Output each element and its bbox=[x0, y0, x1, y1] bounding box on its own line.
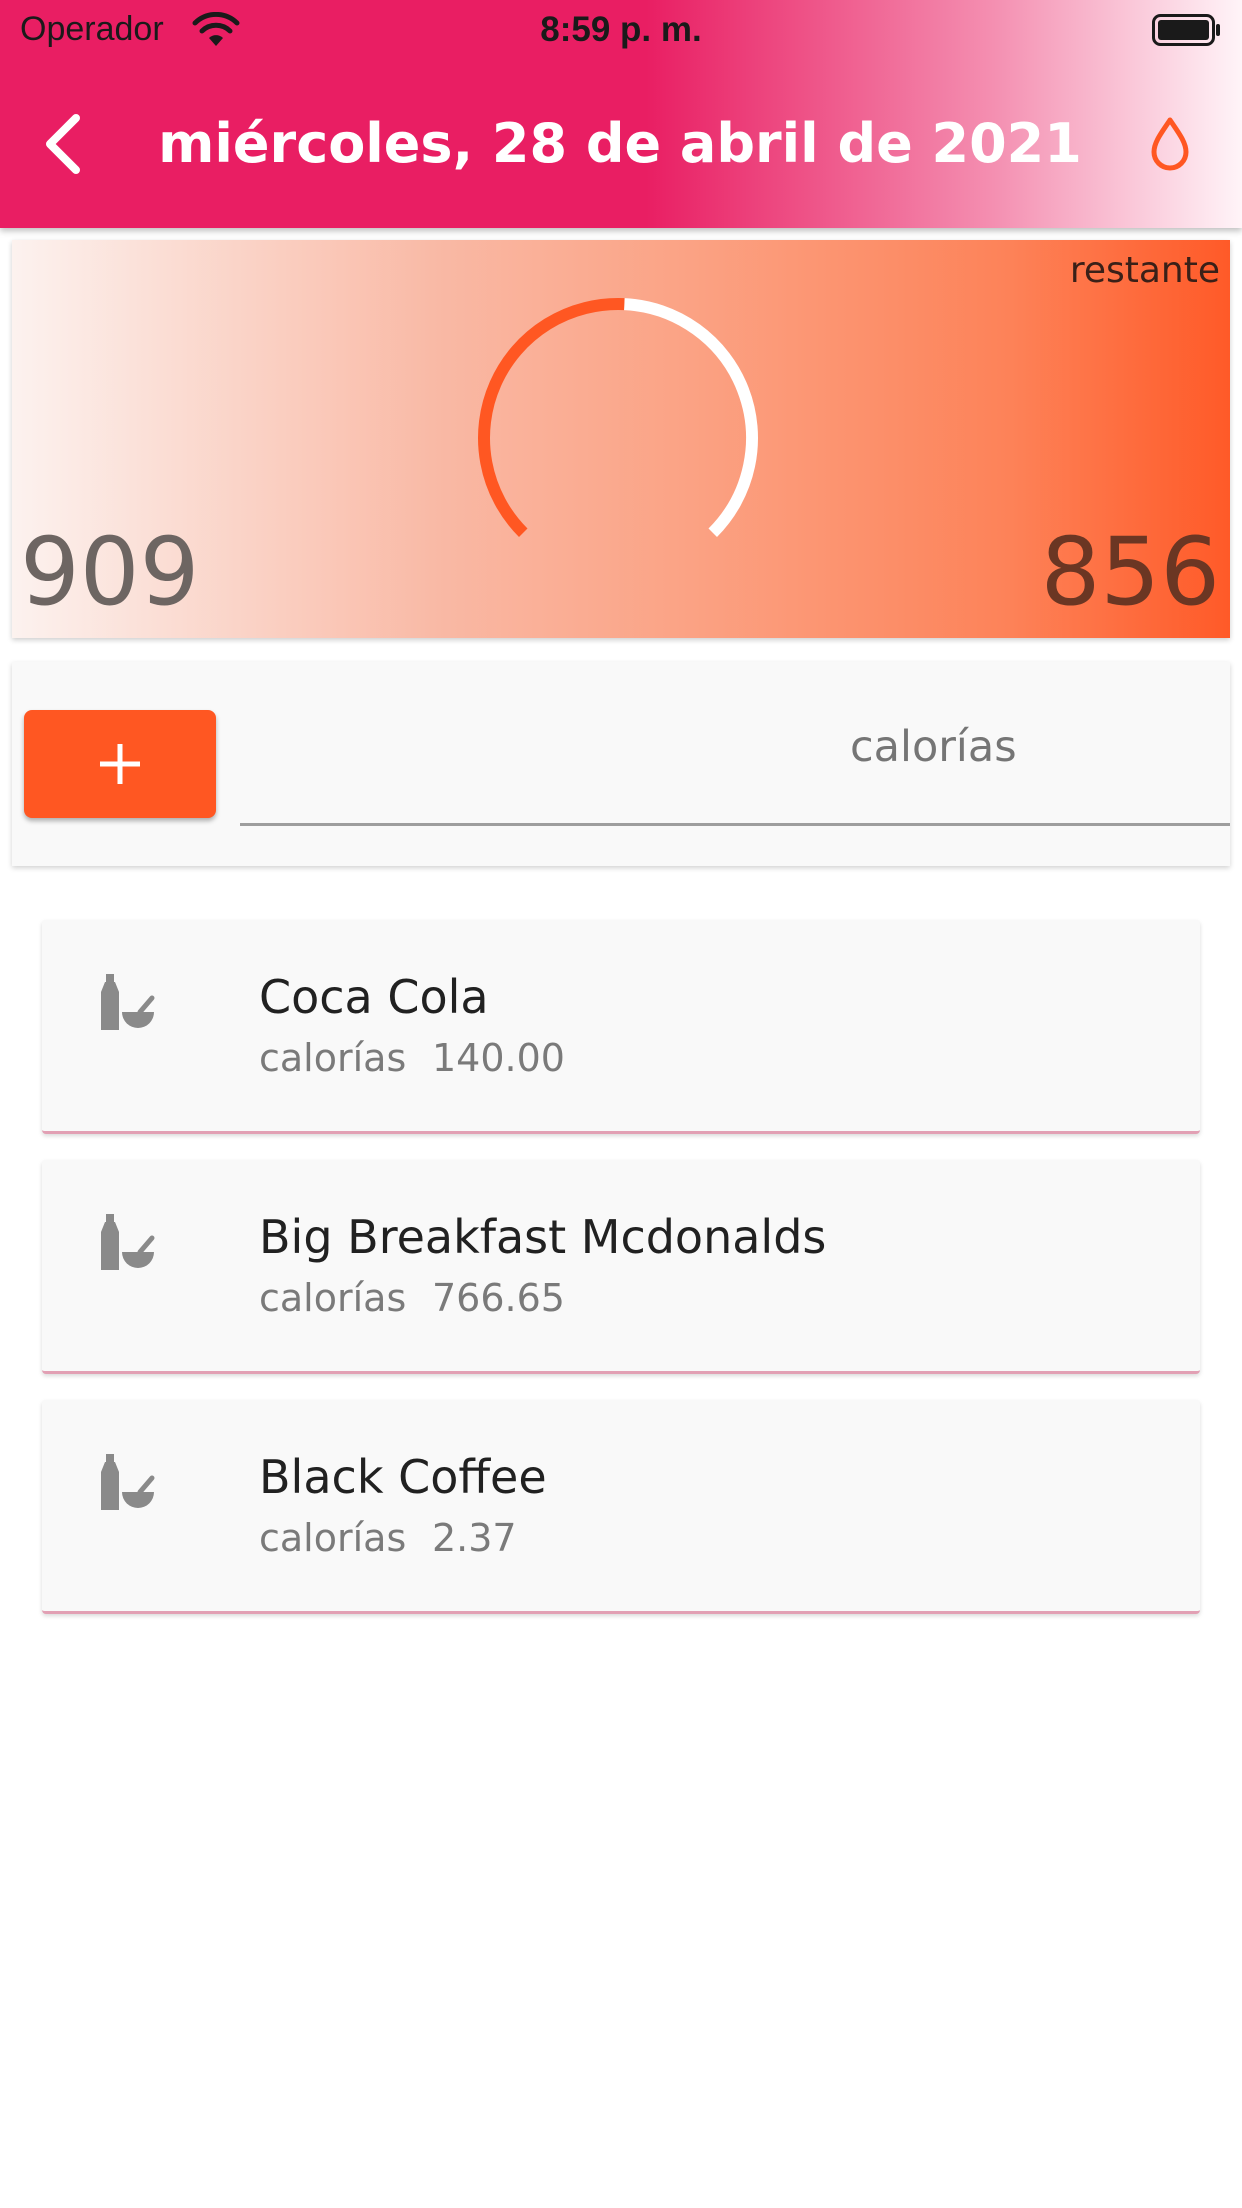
status-bar: Operador 8:59 p. m. bbox=[0, 0, 1242, 64]
back-button[interactable] bbox=[36, 106, 96, 182]
food-calories-value: 766.65 bbox=[432, 1276, 565, 1320]
status-time: 8:59 p. m. bbox=[540, 10, 702, 49]
food-calories-label: calorías bbox=[259, 1516, 407, 1560]
water-drop-icon[interactable] bbox=[1146, 114, 1194, 174]
food-calories-value: 2.37 bbox=[432, 1516, 517, 1560]
food-item[interactable]: Black Coffee calorías 2.37 bbox=[42, 1400, 1200, 1614]
food-calories-value: 140.00 bbox=[432, 1036, 565, 1080]
remaining-calories: 856 bbox=[1040, 518, 1220, 627]
calories-field-label: calorías bbox=[850, 722, 1017, 772]
app-screen: Operador 8:59 p. m. miércoles, 28 de abr… bbox=[0, 0, 1242, 2208]
gauge-track bbox=[624, 298, 758, 537]
consumed-calories: 909 bbox=[20, 518, 200, 627]
food-calories-label: calorías bbox=[259, 1276, 407, 1320]
food-name: Black Coffee bbox=[259, 1450, 547, 1504]
app-header: Operador 8:59 p. m. miércoles, 28 de abr… bbox=[0, 0, 1242, 228]
food-list: Coca Cola calorías 140.00 Big Breakfast … bbox=[42, 920, 1200, 1640]
gauge-progress bbox=[478, 298, 625, 537]
food-name: Coca Cola bbox=[259, 970, 489, 1024]
food-name: Big Breakfast Mcdonalds bbox=[259, 1210, 827, 1264]
food-item[interactable]: Big Breakfast Mcdonalds calorías 766.65 bbox=[42, 1160, 1200, 1374]
food-calories-label: calorías bbox=[259, 1036, 407, 1080]
plus-icon bbox=[100, 744, 140, 784]
bottle-bowl-icon bbox=[101, 1214, 155, 1270]
calorie-gauge bbox=[478, 298, 758, 537]
food-name-input[interactable] bbox=[240, 722, 850, 826]
add-food-button[interactable] bbox=[24, 710, 216, 818]
page-title: miércoles, 28 de abril de 2021 bbox=[158, 112, 1082, 175]
battery-icon bbox=[1152, 14, 1220, 46]
bottle-bowl-icon bbox=[101, 1454, 155, 1510]
add-food-panel: calorías bbox=[12, 662, 1230, 866]
remaining-label: restante bbox=[1069, 250, 1220, 291]
bottle-bowl-icon bbox=[101, 974, 155, 1030]
food-item[interactable]: Coca Cola calorías 140.00 bbox=[42, 920, 1200, 1134]
calorie-summary-card: restante 909 856 bbox=[12, 240, 1230, 638]
